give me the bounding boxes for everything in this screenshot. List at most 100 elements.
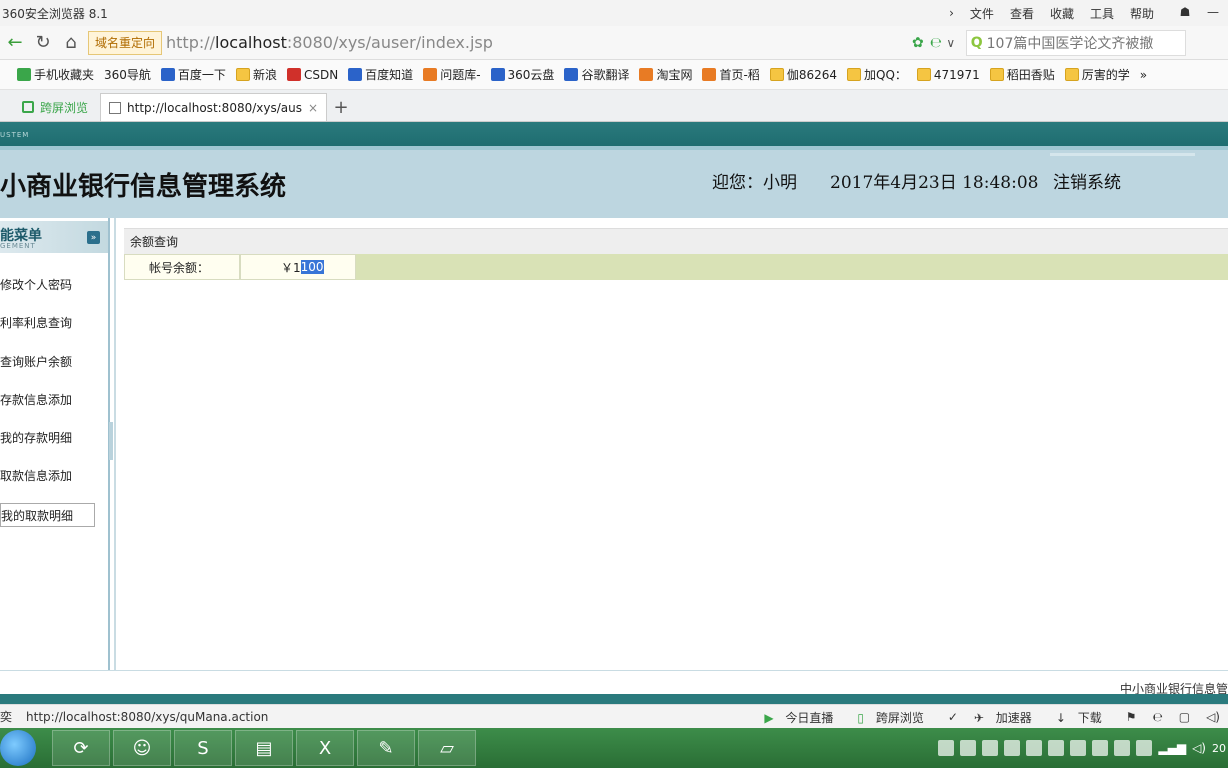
phone-icon xyxy=(22,101,34,113)
tray-app-icon[interactable] xyxy=(1048,740,1065,756)
tray-app-icon[interactable] xyxy=(960,740,977,756)
signal-icon[interactable]: ▂▄▆ xyxy=(1158,741,1186,755)
tray-bluetooth-icon[interactable] xyxy=(1092,740,1109,756)
sidebar-item-change-password[interactable]: 修改个人密码 xyxy=(0,272,95,296)
balance-currency: ￥1 xyxy=(281,260,301,275)
ie-mode-icon[interactable]: ℮ xyxy=(930,35,942,51)
bookmark-item[interactable]: 百度一下 xyxy=(156,66,231,83)
folder-icon xyxy=(1064,68,1079,81)
balance-row: 帐号余额： ￥1 100 xyxy=(124,254,1228,280)
home-button[interactable]: ⌂ xyxy=(58,30,84,56)
bookmark-item[interactable]: 手机收藏夹 xyxy=(12,66,99,83)
logout-link[interactable]: 注销系统 xyxy=(1053,168,1121,193)
flag-icon[interactable]: ⚑ xyxy=(1118,710,1145,724)
search-icon: Q xyxy=(970,34,983,51)
sidebar-item-deposit-add[interactable]: 存款信息添加 xyxy=(0,387,95,411)
tray-app-icon[interactable] xyxy=(1004,740,1021,756)
tray-app-icon[interactable] xyxy=(1026,740,1043,756)
back-button[interactable]: ← xyxy=(2,30,28,56)
bookmark-item[interactable]: 加QQ： xyxy=(842,66,912,83)
tray-app-icon[interactable] xyxy=(1136,740,1153,756)
taobao-icon xyxy=(702,68,717,81)
notepad-task-icon[interactable]: ▱ xyxy=(418,730,476,766)
sidebar-item-withdraw-add[interactable]: 取款信息添加 xyxy=(0,463,95,487)
chevron-down-icon[interactable]: ∨ xyxy=(942,36,960,50)
sidebar-item-balance-query[interactable]: 查询账户余额 xyxy=(0,349,95,373)
refresh-button[interactable]: ↻ xyxy=(30,30,56,56)
excel-task-icon[interactable]: X xyxy=(296,730,354,766)
bookmark-item[interactable]: 稻田香贴 xyxy=(985,66,1060,83)
qq-task-icon[interactable]: ☺ xyxy=(113,730,171,766)
bookmark-label: 稻田香贴 xyxy=(1006,68,1055,82)
collapse-icon[interactable]: » xyxy=(87,231,100,244)
window-icon[interactable]: ▢ xyxy=(1171,710,1198,724)
start-button[interactable] xyxy=(0,730,36,766)
bookmark-label: CSDN xyxy=(303,67,339,82)
tray-app-icon[interactable] xyxy=(982,740,999,756)
tray-volume-icon[interactable]: ◁) xyxy=(1192,741,1206,755)
bookmark-item[interactable]: CSDN xyxy=(282,68,343,82)
sidebar-item-interest-query[interactable]: 利率利息查询 xyxy=(0,310,95,334)
status-accel[interactable]: ✈ 加速器 xyxy=(966,709,1048,726)
search-input[interactable]: Q 107篇中国医学论文齐被撤 xyxy=(965,29,1186,56)
folder-task-icon[interactable]: ▤ xyxy=(235,730,293,766)
eclipse-task-icon[interactable]: S xyxy=(174,730,232,766)
sidebar-item-deposit-detail[interactable]: 我的存款明细 xyxy=(0,425,95,449)
status-accel-label: 加速器 xyxy=(995,710,1032,725)
menu-chevron-icon[interactable]: › xyxy=(941,6,962,20)
bookmark-item[interactable]: 伽86264 xyxy=(765,66,842,83)
close-icon[interactable]: × xyxy=(308,101,318,115)
minimize-button[interactable]: — xyxy=(1200,2,1226,22)
tab-split-browse[interactable]: 跨屏浏览 xyxy=(14,93,96,121)
folder-icon xyxy=(847,68,861,81)
new-tab-button[interactable]: + xyxy=(327,93,355,121)
bookmark-item[interactable]: 360云盘 xyxy=(486,66,560,83)
bookmark-item[interactable]: 新浪 xyxy=(231,66,282,83)
more-bookmarks-icon[interactable]: » xyxy=(1135,68,1152,82)
translate-icon xyxy=(564,68,579,81)
sidebar-subtitle: GEMENT xyxy=(0,242,36,250)
volume-icon[interactable]: ◁) xyxy=(1198,710,1228,724)
bookmark-label: 谷歌翻译 xyxy=(581,68,630,82)
sidebar-splitter[interactable] xyxy=(109,422,113,460)
status-split-label: 跨屏浏览 xyxy=(875,710,924,725)
menu-file[interactable]: 文件 xyxy=(962,5,1002,22)
menu-help[interactable]: 帮助 xyxy=(1122,5,1162,22)
bookmark-item[interactable]: 厉害的学 xyxy=(1060,66,1135,83)
menu-view[interactable]: 查看 xyxy=(1002,5,1042,22)
status-split[interactable]: ▯ 跨屏浏览 xyxy=(849,709,939,726)
clock[interactable]: 20 xyxy=(1212,742,1226,755)
bookmark-item[interactable]: 问题库- xyxy=(418,66,485,83)
tray-sogou-icon[interactable] xyxy=(938,740,955,756)
tool-task-icon[interactable]: ✎ xyxy=(357,730,415,766)
ie-icon[interactable]: ℮ xyxy=(1144,710,1170,724)
bookmark-label: 手机收藏夹 xyxy=(34,68,95,82)
tray-app-icon[interactable] xyxy=(1114,740,1131,756)
page-title: 小商业银行信息管理系统 xyxy=(0,172,287,202)
bookmark-item[interactable]: 淘宝网 xyxy=(634,66,697,83)
bookmark-item[interactable]: 谷歌翻译 xyxy=(559,66,634,83)
skin-icon[interactable]: ☗ xyxy=(1172,2,1198,22)
status-download[interactable]: ↓ 下载 xyxy=(1048,709,1118,726)
bookmark-item[interactable]: 首页-稻 xyxy=(697,66,764,83)
tray-app-icon[interactable] xyxy=(1070,740,1087,756)
status-accel-icon[interactable]: ✓ xyxy=(940,710,966,724)
bookmark-label: 360云盘 xyxy=(507,68,555,82)
bookmark-item[interactable]: 360导航 xyxy=(99,66,156,83)
bookmark-item[interactable]: 471971 xyxy=(912,68,985,82)
redirect-button[interactable]: 域名重定向 xyxy=(88,30,163,55)
tab-active[interactable]: http://localhost:8080/xys/aus × xyxy=(100,93,328,121)
bookmark-item[interactable]: 百度知道 xyxy=(343,66,418,83)
security-icon[interactable]: ✿ xyxy=(912,35,924,51)
url-input[interactable]: http://localhost:8080/xys/auser/index.js… xyxy=(166,30,906,56)
menu-tools[interactable]: 工具 xyxy=(1082,5,1122,22)
browser-title: 360安全浏览器 8.1 xyxy=(2,6,108,21)
status-download-label: 下载 xyxy=(1077,710,1102,725)
sidebar-item-withdraw-detail[interactable]: 我的取款明细 xyxy=(0,503,95,527)
menu-favorites[interactable]: 收藏 xyxy=(1042,5,1082,22)
bookmark-label: 淘宝网 xyxy=(656,68,693,82)
page-icon xyxy=(109,101,122,114)
browser-task-icon[interactable]: ⟳ xyxy=(52,730,110,766)
browser-menu: › 文件 查看 收藏 工具 帮助 xyxy=(941,0,1162,26)
status-live[interactable]: ▶ 今日直播 xyxy=(756,709,849,726)
